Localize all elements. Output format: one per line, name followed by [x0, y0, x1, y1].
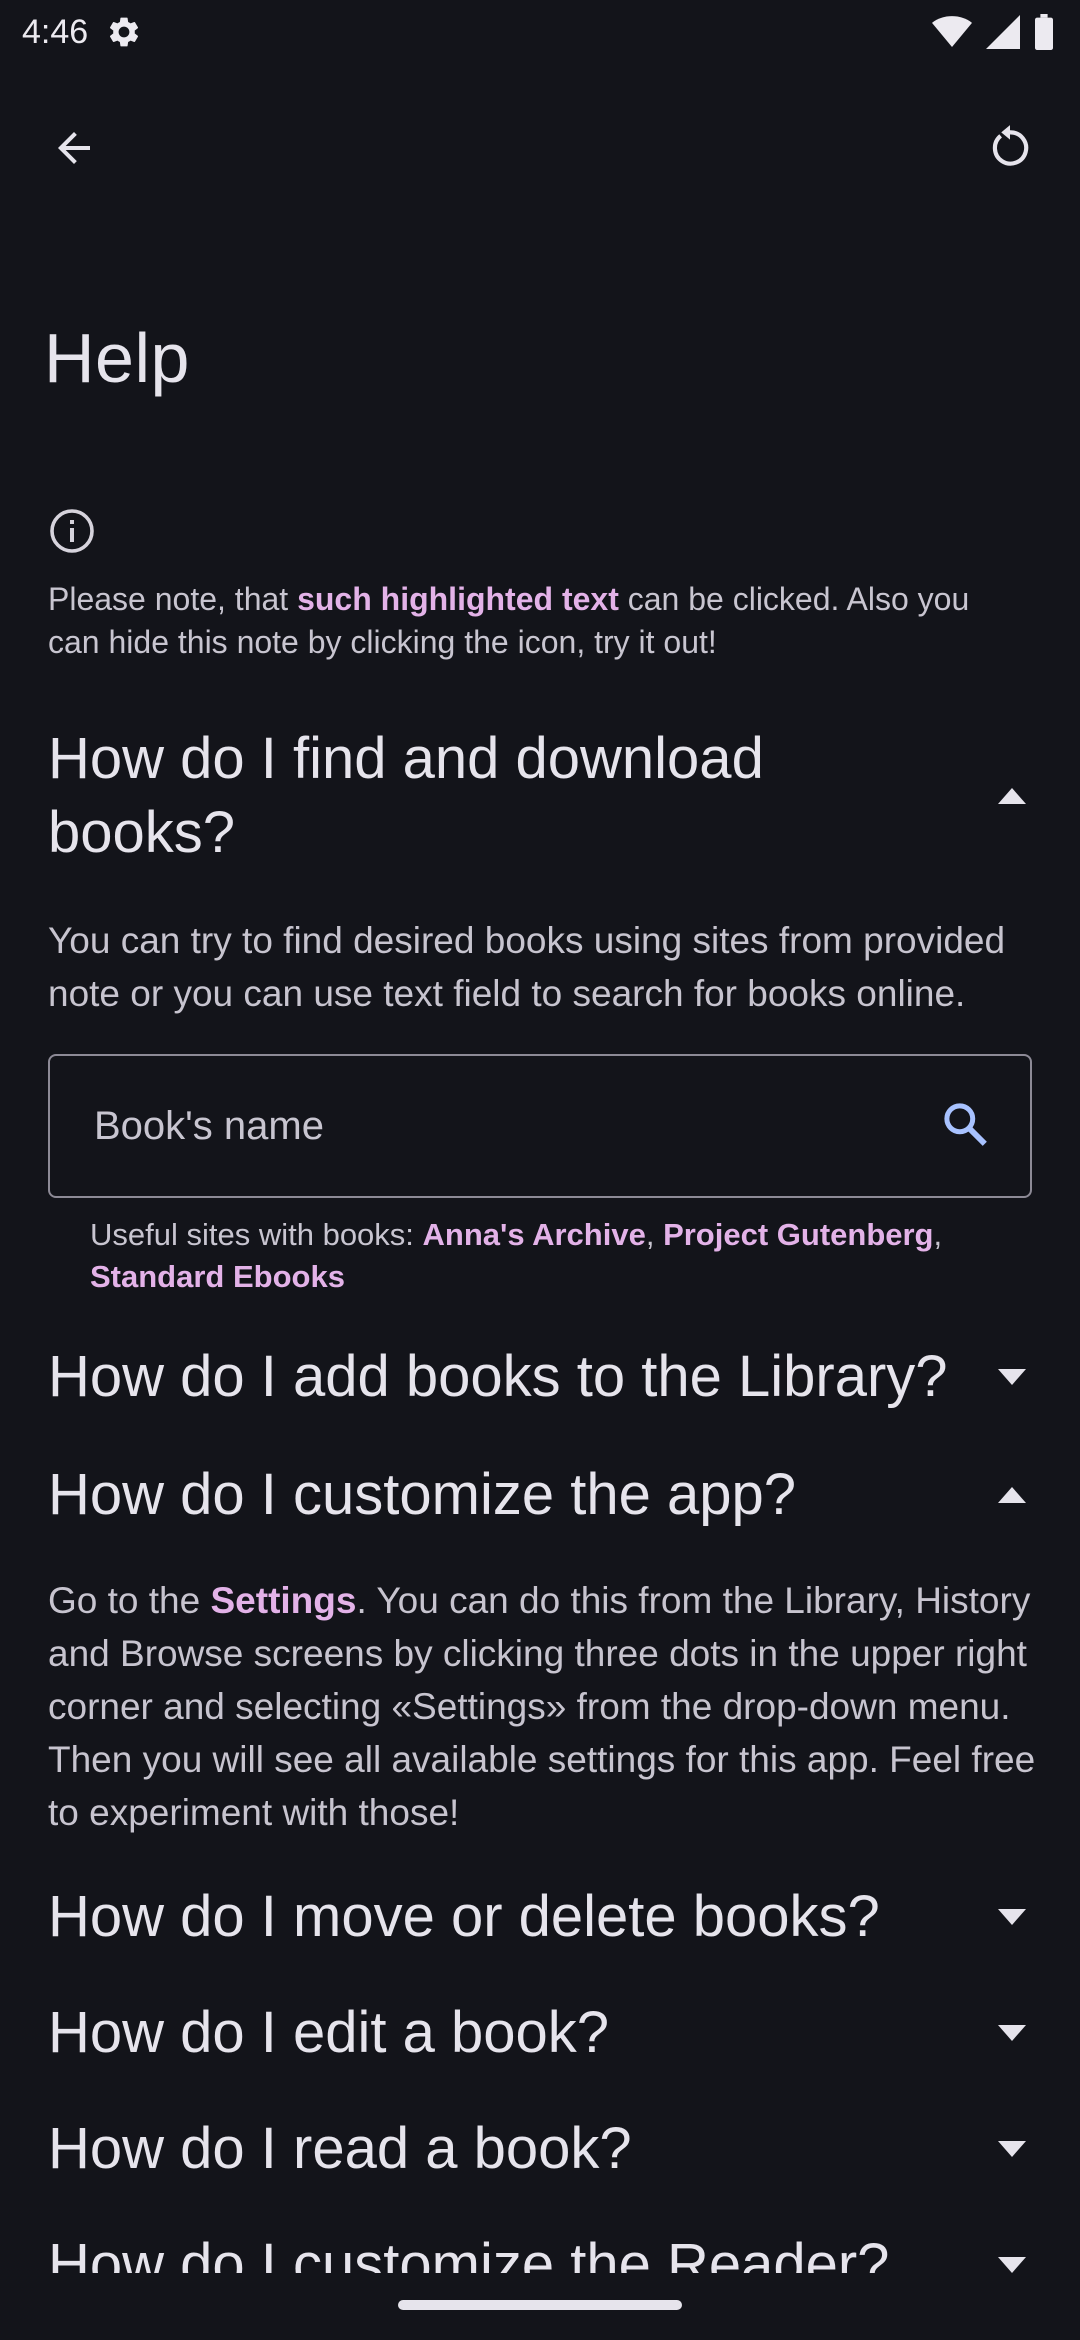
answer-text-before: Go to the	[48, 1580, 211, 1621]
faq-question-text: How do I move or delete books?	[48, 1884, 880, 1949]
home-indicator[interactable]	[398, 2300, 682, 2310]
site-link-annas-archive[interactable]: Anna's Archive	[423, 1217, 646, 1252]
chevron-down-icon	[992, 1897, 1032, 1937]
chevron-up-icon	[992, 1475, 1032, 1515]
faq-question-text: How do I edit a book?	[48, 2000, 610, 2065]
faq-question-edit-book[interactable]: How do I edit a book?	[48, 1996, 1032, 2070]
faq-answer-find-books: You can try to find desired books using …	[48, 920, 1006, 1014]
refresh-icon	[992, 125, 1029, 166]
note-highlight-link[interactable]: such highlighted text	[297, 581, 619, 617]
faq-question-customize-app[interactable]: How do I customize the app?	[48, 1458, 1032, 1532]
note-text-before: Please note, that	[48, 581, 298, 617]
sites-label: Useful sites with books:	[90, 1217, 423, 1252]
chevron-up-icon	[992, 776, 1032, 816]
top-app-bar	[0, 92, 1080, 204]
help-note: Please note, that such highlighted text …	[48, 578, 1008, 664]
chevron-down-icon	[992, 2129, 1032, 2169]
book-name-input[interactable]	[92, 1102, 940, 1150]
back-button[interactable]	[26, 100, 122, 196]
site-link-project-gutenberg[interactable]: Project Gutenberg	[663, 1217, 933, 1252]
info-icon[interactable]	[48, 507, 96, 555]
faq-answer-customize-app: Go to the Settings. You can do this from…	[48, 1574, 1038, 1839]
site-link-standard-ebooks[interactable]: Standard Ebooks	[90, 1259, 345, 1294]
faq-question-text: How do I add books to the Library?	[48, 1344, 948, 1409]
faq-question-find-books[interactable]: How do I find and download books?	[48, 722, 1032, 870]
chevron-down-icon	[992, 2013, 1032, 2053]
chevron-down-icon	[992, 2245, 1032, 2273]
sites-separator: ,	[645, 1217, 664, 1252]
faq-question-add-books[interactable]: How do I add books to the Library?	[48, 1340, 1032, 1414]
settings-link[interactable]: Settings	[211, 1580, 357, 1621]
faq-question-move-delete[interactable]: How do I move or delete books?	[48, 1880, 1032, 1954]
arrow-back-icon	[58, 132, 90, 164]
faq-question-text: How do I customize the app?	[48, 1462, 796, 1527]
sites-separator: ,	[933, 1217, 943, 1252]
useful-sites: Useful sites with books: Anna's Archive,…	[90, 1214, 1020, 1298]
faq-question-text: How do I read a book?	[48, 2116, 632, 2181]
scroll-content[interactable]: Help Please note, that such highlighted …	[0, 0, 1080, 2273]
faq-question-text: How do I customize the Reader?	[48, 2232, 890, 2273]
page-title: Help	[44, 319, 190, 397]
reload-button[interactable]	[962, 100, 1058, 196]
faq-question-text: How do I find and download books?	[48, 726, 764, 865]
faq-question-read-book[interactable]: How do I read a book?	[48, 2112, 1032, 2186]
chevron-down-icon	[992, 1357, 1032, 1397]
faq-question-customize-reader[interactable]: How do I customize the Reader?	[48, 2228, 1032, 2273]
search-icon[interactable]	[940, 1099, 990, 1154]
book-search-field[interactable]	[48, 1054, 1032, 1198]
